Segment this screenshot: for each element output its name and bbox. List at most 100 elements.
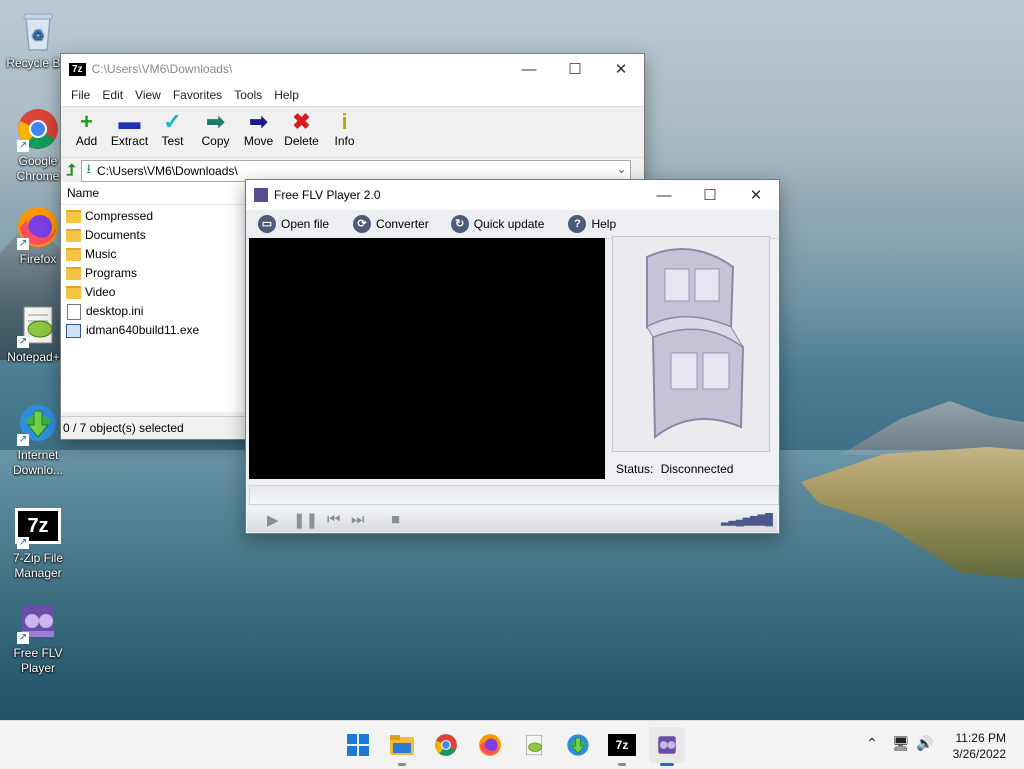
firefox-icon <box>479 734 501 756</box>
toolbar-delete-button[interactable]: ✖ Delete <box>280 107 323 149</box>
stop-icon[interactable]: ■ <box>391 511 400 528</box>
file-list-item[interactable]: desktop.ini <box>61 302 244 321</box>
file-name: Programs <box>85 266 138 280</box>
column-header-name[interactable]: Name <box>61 182 244 205</box>
maximize-button[interactable]: ☐ <box>552 54 598 84</box>
converter-icon: ⟳ <box>353 215 372 233</box>
toolbar-button-label: Add <box>75 134 98 148</box>
quick-update-icon: ↻ <box>450 215 469 233</box>
file-list[interactable]: Name Compressed Documents Music Programs Vid… <box>61 182 244 412</box>
menu-help[interactable]: Help <box>268 88 305 102</box>
7zip-icon: 7z <box>608 734 636 756</box>
file-list-item[interactable]: Music <box>61 245 244 264</box>
file-name: Compressed <box>85 209 154 223</box>
desktop-icon-label: Notepad++ <box>7 350 67 364</box>
flv-player-window[interactable]: Free FLV Player 2.0 — ☐ ✕ ▭ Open file ⟳ Con… <box>245 179 780 534</box>
desktop-icon-free-flv-player[interactable]: ↗ Free FLV Player <box>0 598 76 676</box>
minimize-button[interactable]: — <box>506 54 552 84</box>
seek-bar[interactable] <box>249 485 779 505</box>
notepad-plus-plus-icon: ↗ <box>15 302 61 348</box>
running-indicator <box>398 763 406 766</box>
menu-tools[interactable]: Tools <box>228 88 268 102</box>
taskbar-free-flv-player[interactable] <box>649 727 685 766</box>
next-icon[interactable]: ⏭ <box>351 511 365 528</box>
svg-text:♻: ♻ <box>32 27 45 43</box>
menu-favorites[interactable]: Favorites <box>167 88 228 102</box>
toolbar-move-button[interactable]: ➡ Move <box>237 107 280 149</box>
toolbar-test-button[interactable]: ✓ Test <box>151 107 194 149</box>
chevron-up-icon[interactable]: ⌃ <box>866 735 878 752</box>
move-icon: ➡ <box>249 109 268 134</box>
file-list-item[interactable]: Programs <box>61 264 244 283</box>
sevenzip-title: C:\Users\VM6\Downloads\ <box>91 62 233 76</box>
taskbar-internet-download-manager[interactable] <box>560 727 596 763</box>
toolbar-add-button[interactable]: + Add <box>65 107 108 149</box>
file-list-item[interactable]: idman640build11.exe <box>61 321 244 340</box>
menu-edit[interactable]: Edit <box>96 88 129 102</box>
clock-date: 3/26/2022 <box>952 747 1006 761</box>
free-flv-player-icon <box>658 736 676 754</box>
flv-quick-update-button[interactable]: ↻ Quick update <box>450 215 544 233</box>
folder-icon <box>66 267 81 280</box>
toolbar-button-label: Move <box>243 134 274 148</box>
file-list-item[interactable]: Compressed <box>61 207 244 226</box>
sevenzip-app-icon: 7z <box>69 62 86 76</box>
taskbar-notepad-plus-plus[interactable] <box>516 727 552 763</box>
running-indicator <box>660 763 674 766</box>
volume-icon[interactable]: 🔊 <box>916 735 933 752</box>
file-name: desktop.ini <box>86 304 144 318</box>
flv-titlebar[interactable]: Free FLV Player 2.0 — ☐ ✕ <box>246 180 779 210</box>
close-button[interactable]: ✕ <box>598 54 644 84</box>
toolbar-button-label: Info <box>334 134 355 148</box>
toolbar-copy-button[interactable]: ➡ Copy <box>194 107 237 149</box>
status-value: Disconnected <box>660 462 734 476</box>
previous-icon[interactable]: ⏮ <box>327 511 341 528</box>
info-icon: i <box>341 109 348 134</box>
sevenzip-status-bar: 0 / 7 object(s) selected <box>61 416 246 439</box>
network-icon[interactable]: 🖥 <box>892 735 910 752</box>
video-display[interactable] <box>249 238 605 479</box>
desktop-icon-7zip[interactable]: 7z ↗ 7-Zip File Manager <box>0 503 76 581</box>
shortcut-arrow-icon: ↗ <box>17 336 29 348</box>
taskbar: 7z ⌃ 🖥 🔊 11:26 PM 3/26/2022 <box>0 720 1024 769</box>
running-indicator <box>618 763 626 766</box>
shortcut-arrow-icon: ↗ <box>17 632 29 644</box>
flv-open-file-button[interactable]: ▭ Open file <box>258 215 329 233</box>
file-list-item[interactable]: Video <box>61 283 244 302</box>
chevron-down-icon[interactable]: ⌄ <box>616 162 626 176</box>
toolbar-extract-button[interactable]: ▬ Extract <box>108 107 151 149</box>
sevenzip-titlebar[interactable]: 7z C:\Users\VM6\Downloads\ — ☐ ✕ <box>61 54 644 84</box>
notepad-plus-plus-icon <box>526 734 542 756</box>
taskbar-file-explorer[interactable] <box>384 727 420 766</box>
test-icon: ✓ <box>163 109 182 134</box>
taskbar-chrome[interactable] <box>428 727 464 763</box>
file-icon <box>67 303 81 320</box>
extract-icon: ▬ <box>118 109 141 134</box>
flv-help-button[interactable]: ? Help <box>568 215 616 233</box>
maximize-button[interactable]: ☐ <box>687 180 733 210</box>
menu-file[interactable]: File <box>65 88 96 102</box>
clock[interactable]: 11:26 PM 3/26/2022 <box>953 730 1006 762</box>
taskbar-7zip[interactable]: 7z <box>604 727 640 766</box>
toolbar-button-label: Extract <box>110 134 149 148</box>
play-icon[interactable]: ▶ <box>267 511 279 529</box>
pause-icon[interactable]: ❚❚ <box>293 511 318 529</box>
desktop-icon-label: Free FLV Player <box>13 646 63 675</box>
file-name: Music <box>85 247 117 261</box>
folder-icon <box>66 286 81 299</box>
clock-time: 11:26 PM <box>955 731 1006 745</box>
flv-converter-button[interactable]: ⟳ Converter <box>353 215 429 233</box>
volume-icon[interactable]: ▂▃▄▅▆▇█ <box>721 513 773 526</box>
toolbar-info-button[interactable]: i Info <box>323 107 366 149</box>
firefox-icon: ↗ <box>15 204 61 250</box>
close-button[interactable]: ✕ <box>733 180 779 210</box>
folder-icon <box>66 210 81 223</box>
minimize-button[interactable]: — <box>641 180 687 210</box>
desktop-icon-label: Google Chrome <box>16 154 60 183</box>
taskbar-firefox[interactable] <box>472 727 508 763</box>
taskbar-start-button[interactable] <box>340 727 376 763</box>
up-folder-icon[interactable]: ⮥ <box>66 162 75 180</box>
menu-view[interactable]: View <box>129 88 167 102</box>
file-list-item[interactable]: Documents <box>61 226 244 245</box>
address-text: C:\Users\VM6\Downloads\ <box>97 164 238 178</box>
